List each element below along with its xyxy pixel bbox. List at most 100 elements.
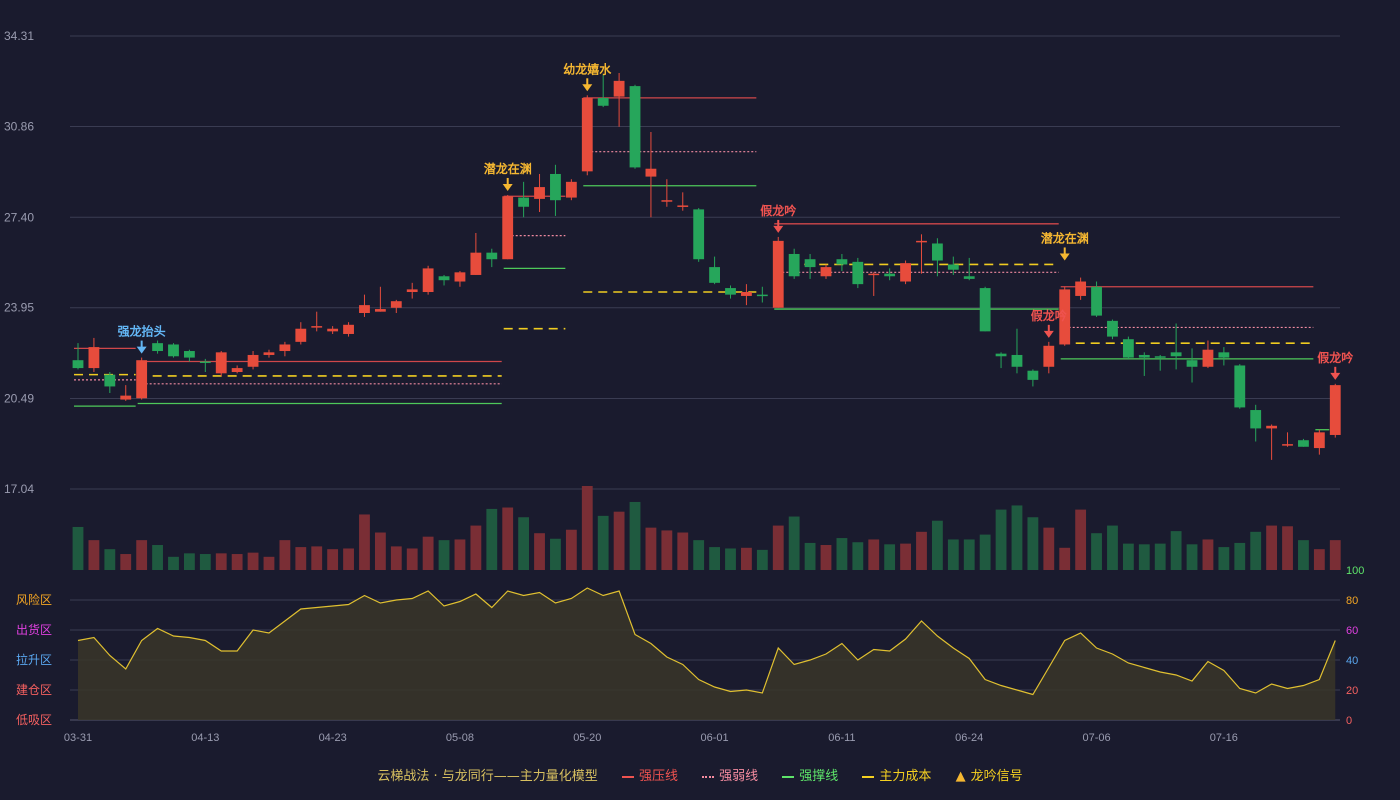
x-tick-label: 06-11 bbox=[828, 732, 855, 744]
candle-body bbox=[152, 343, 163, 352]
candle-body bbox=[804, 259, 816, 268]
x-tick-label: 04-23 bbox=[319, 732, 347, 744]
candle-body bbox=[836, 259, 848, 265]
legend-support-swatch bbox=[782, 775, 795, 778]
candle-body bbox=[565, 181, 577, 198]
candle-body bbox=[979, 288, 991, 332]
volume-bar bbox=[518, 517, 530, 570]
candle-body bbox=[677, 205, 689, 207]
candle-body bbox=[1091, 286, 1102, 316]
candle-body bbox=[183, 351, 195, 358]
legend-signal[interactable]: ▲ 龙吟信号 bbox=[956, 765, 1023, 784]
candle-body bbox=[645, 168, 657, 177]
signal-label: 假龙吟 bbox=[1031, 308, 1067, 323]
x-tick-label: 05-20 bbox=[573, 732, 601, 744]
legend-cost[interactable]: 主力成本 bbox=[862, 765, 931, 784]
volume-bar bbox=[247, 552, 259, 570]
candle-body bbox=[327, 328, 339, 332]
zone-label: 拉升区 bbox=[16, 652, 52, 667]
volume-bar bbox=[279, 540, 291, 570]
candle-body bbox=[1218, 352, 1230, 358]
axes: 17.04 20.49 23.95 27.40 30.86 34.31 0 20 40 60 80 1… bbox=[4, 29, 1364, 744]
volume-bar bbox=[836, 538, 848, 570]
x-tick-label: 06-01 bbox=[701, 732, 729, 744]
volume-bar bbox=[565, 529, 577, 570]
volume-bar bbox=[231, 554, 243, 570]
volume-bars bbox=[72, 486, 1341, 570]
volume-bar bbox=[1122, 543, 1134, 570]
volume-bar bbox=[534, 533, 545, 570]
x-tick-label: 06-24 bbox=[955, 732, 983, 744]
volume-bar bbox=[868, 539, 880, 570]
signal-label: 潜龙在渊 bbox=[484, 161, 532, 176]
candle-body bbox=[104, 374, 116, 387]
volume-bar bbox=[677, 532, 689, 570]
signal-label: 假龙吟 bbox=[1317, 350, 1353, 365]
candle-body bbox=[1075, 281, 1087, 296]
oscillator-tick-label: 40 bbox=[1346, 655, 1358, 667]
zone-label: 建仓区 bbox=[16, 683, 52, 697]
volume-bar bbox=[1027, 517, 1039, 570]
candle-body bbox=[311, 326, 323, 328]
volume-bar bbox=[900, 543, 911, 570]
volume-bar bbox=[1234, 542, 1246, 570]
candle-body bbox=[422, 268, 434, 293]
candle-body bbox=[1138, 354, 1150, 358]
oscillator-tick-label: 60 bbox=[1346, 625, 1358, 637]
volume-bar bbox=[804, 542, 816, 570]
volume-bar bbox=[550, 538, 561, 570]
oscillator-tick-label: 100 bbox=[1346, 565, 1364, 577]
candle-body bbox=[1234, 365, 1246, 408]
candle-body bbox=[1170, 352, 1182, 357]
candle-body bbox=[486, 252, 498, 260]
candle-body bbox=[120, 395, 132, 400]
legend: 云梯战法 · 与龙同行——主力量化模型 强压线 强弱线 强撑线 主力成本 ▲ 龙吟… bbox=[0, 765, 1400, 784]
signal-arrow-head bbox=[502, 183, 513, 191]
volume-bar bbox=[645, 527, 657, 570]
candle-body bbox=[947, 264, 959, 270]
candle-body bbox=[916, 240, 927, 243]
volume-bar bbox=[1282, 526, 1293, 570]
price-tick-label: 30.86 bbox=[4, 119, 34, 133]
volume-bar bbox=[756, 549, 768, 570]
price-tick-label: 17.04 bbox=[4, 482, 34, 496]
candle-body bbox=[963, 276, 975, 279]
volume-bar bbox=[995, 509, 1007, 570]
oscillator-area bbox=[78, 588, 1336, 720]
x-tick-label: 07-16 bbox=[1210, 732, 1238, 744]
candle-body bbox=[772, 240, 784, 308]
candle-body bbox=[406, 289, 418, 293]
candle-body bbox=[168, 344, 179, 357]
candle-body bbox=[788, 253, 800, 277]
candle-body bbox=[884, 273, 896, 277]
candle-body bbox=[534, 187, 545, 199]
candle-body bbox=[374, 309, 386, 312]
price-tick-label: 23.95 bbox=[4, 301, 34, 315]
legend-resistance[interactable]: 强压线 bbox=[621, 765, 678, 784]
candle-body bbox=[1027, 370, 1039, 380]
candle-body bbox=[1107, 320, 1118, 337]
x-tick-label: 07-06 bbox=[1082, 732, 1110, 744]
legend-support[interactable]: 强撑线 bbox=[782, 765, 838, 784]
legend-cost-swatch bbox=[862, 775, 875, 778]
volume-bar bbox=[1107, 525, 1118, 570]
candle-body bbox=[597, 97, 609, 106]
candle-body bbox=[136, 360, 148, 399]
volume-bar bbox=[104, 549, 116, 570]
x-tick-label: 03-31 bbox=[64, 732, 92, 744]
signal-label: 潜龙在渊 bbox=[1041, 230, 1089, 245]
volume-bar bbox=[1186, 544, 1198, 570]
candle-body bbox=[629, 86, 641, 168]
legend-weak[interactable]: 强弱线 bbox=[702, 765, 758, 784]
volume-bar bbox=[486, 508, 498, 570]
volume-bar bbox=[1313, 549, 1325, 570]
candle-body bbox=[502, 196, 514, 260]
candle-body bbox=[470, 252, 482, 275]
indicator-lines bbox=[74, 97, 1330, 431]
candle-body bbox=[518, 197, 530, 207]
oscillator-panel bbox=[77, 587, 1336, 720]
x-tick-label: 05-08 bbox=[446, 732, 474, 744]
candle-body bbox=[1266, 425, 1278, 429]
volume-bar bbox=[120, 554, 132, 570]
volume-bar bbox=[963, 539, 975, 570]
